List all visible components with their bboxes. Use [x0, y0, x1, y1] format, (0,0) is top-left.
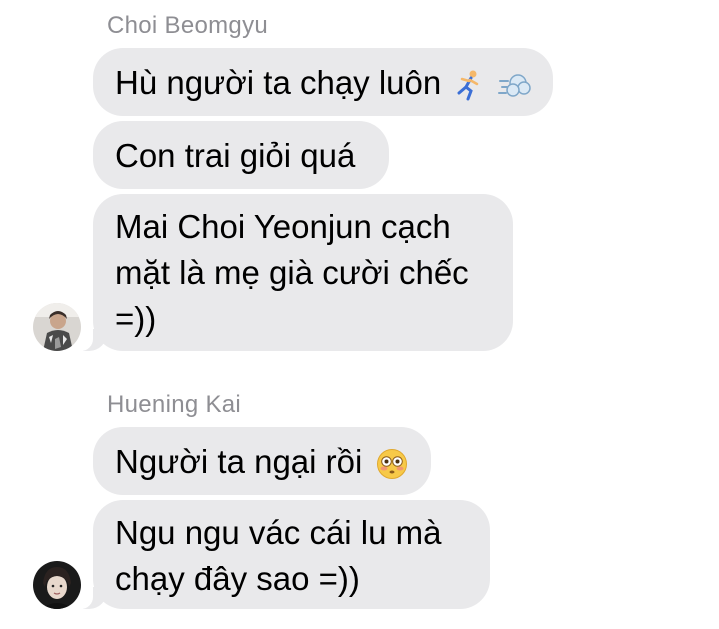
flushed-face-icon: [376, 449, 407, 480]
avatar-huening-kai[interactable]: [33, 561, 81, 609]
avatar-image: [33, 561, 81, 609]
message-line: chạy đây sao =)): [115, 560, 360, 597]
running-person-icon: [457, 70, 479, 101]
sender-name-huening-kai: Huening Kai: [107, 391, 242, 418]
sender-name-choi-beomgyu: Choi Beomgyu: [107, 12, 269, 39]
message-line: mặt là mẹ già cười chếc: [115, 254, 469, 291]
message-line: =)): [115, 300, 157, 337]
message-bubble[interactable]: Người ta ngại rồi: [93, 427, 431, 495]
message-line: Mai Choi Yeonjun cạch: [115, 208, 451, 245]
avatar-choi-beomgyu[interactable]: [33, 303, 81, 351]
message-text: Người ta ngại rồi: [115, 443, 363, 480]
message-bubble[interactable]: Mai Choi Yeonjun cạch mặt là mẹ già cười…: [75, 194, 513, 351]
message-line: Ngu ngu vác cái lu mà: [115, 514, 442, 551]
message-bubble[interactable]: Ngu ngu vác cái lu mà chạy đây sao =)): [75, 500, 490, 609]
dash-cloud-icon: [497, 74, 531, 98]
message-bubble[interactable]: Hù người ta chạy luôn: [93, 48, 553, 116]
message-text: Hù người ta chạy luôn: [115, 64, 442, 101]
message-text: Con trai giỏi quá: [115, 137, 356, 174]
message-bubble[interactable]: Con trai giỏi quá: [93, 121, 389, 189]
avatar-image: [33, 303, 81, 351]
